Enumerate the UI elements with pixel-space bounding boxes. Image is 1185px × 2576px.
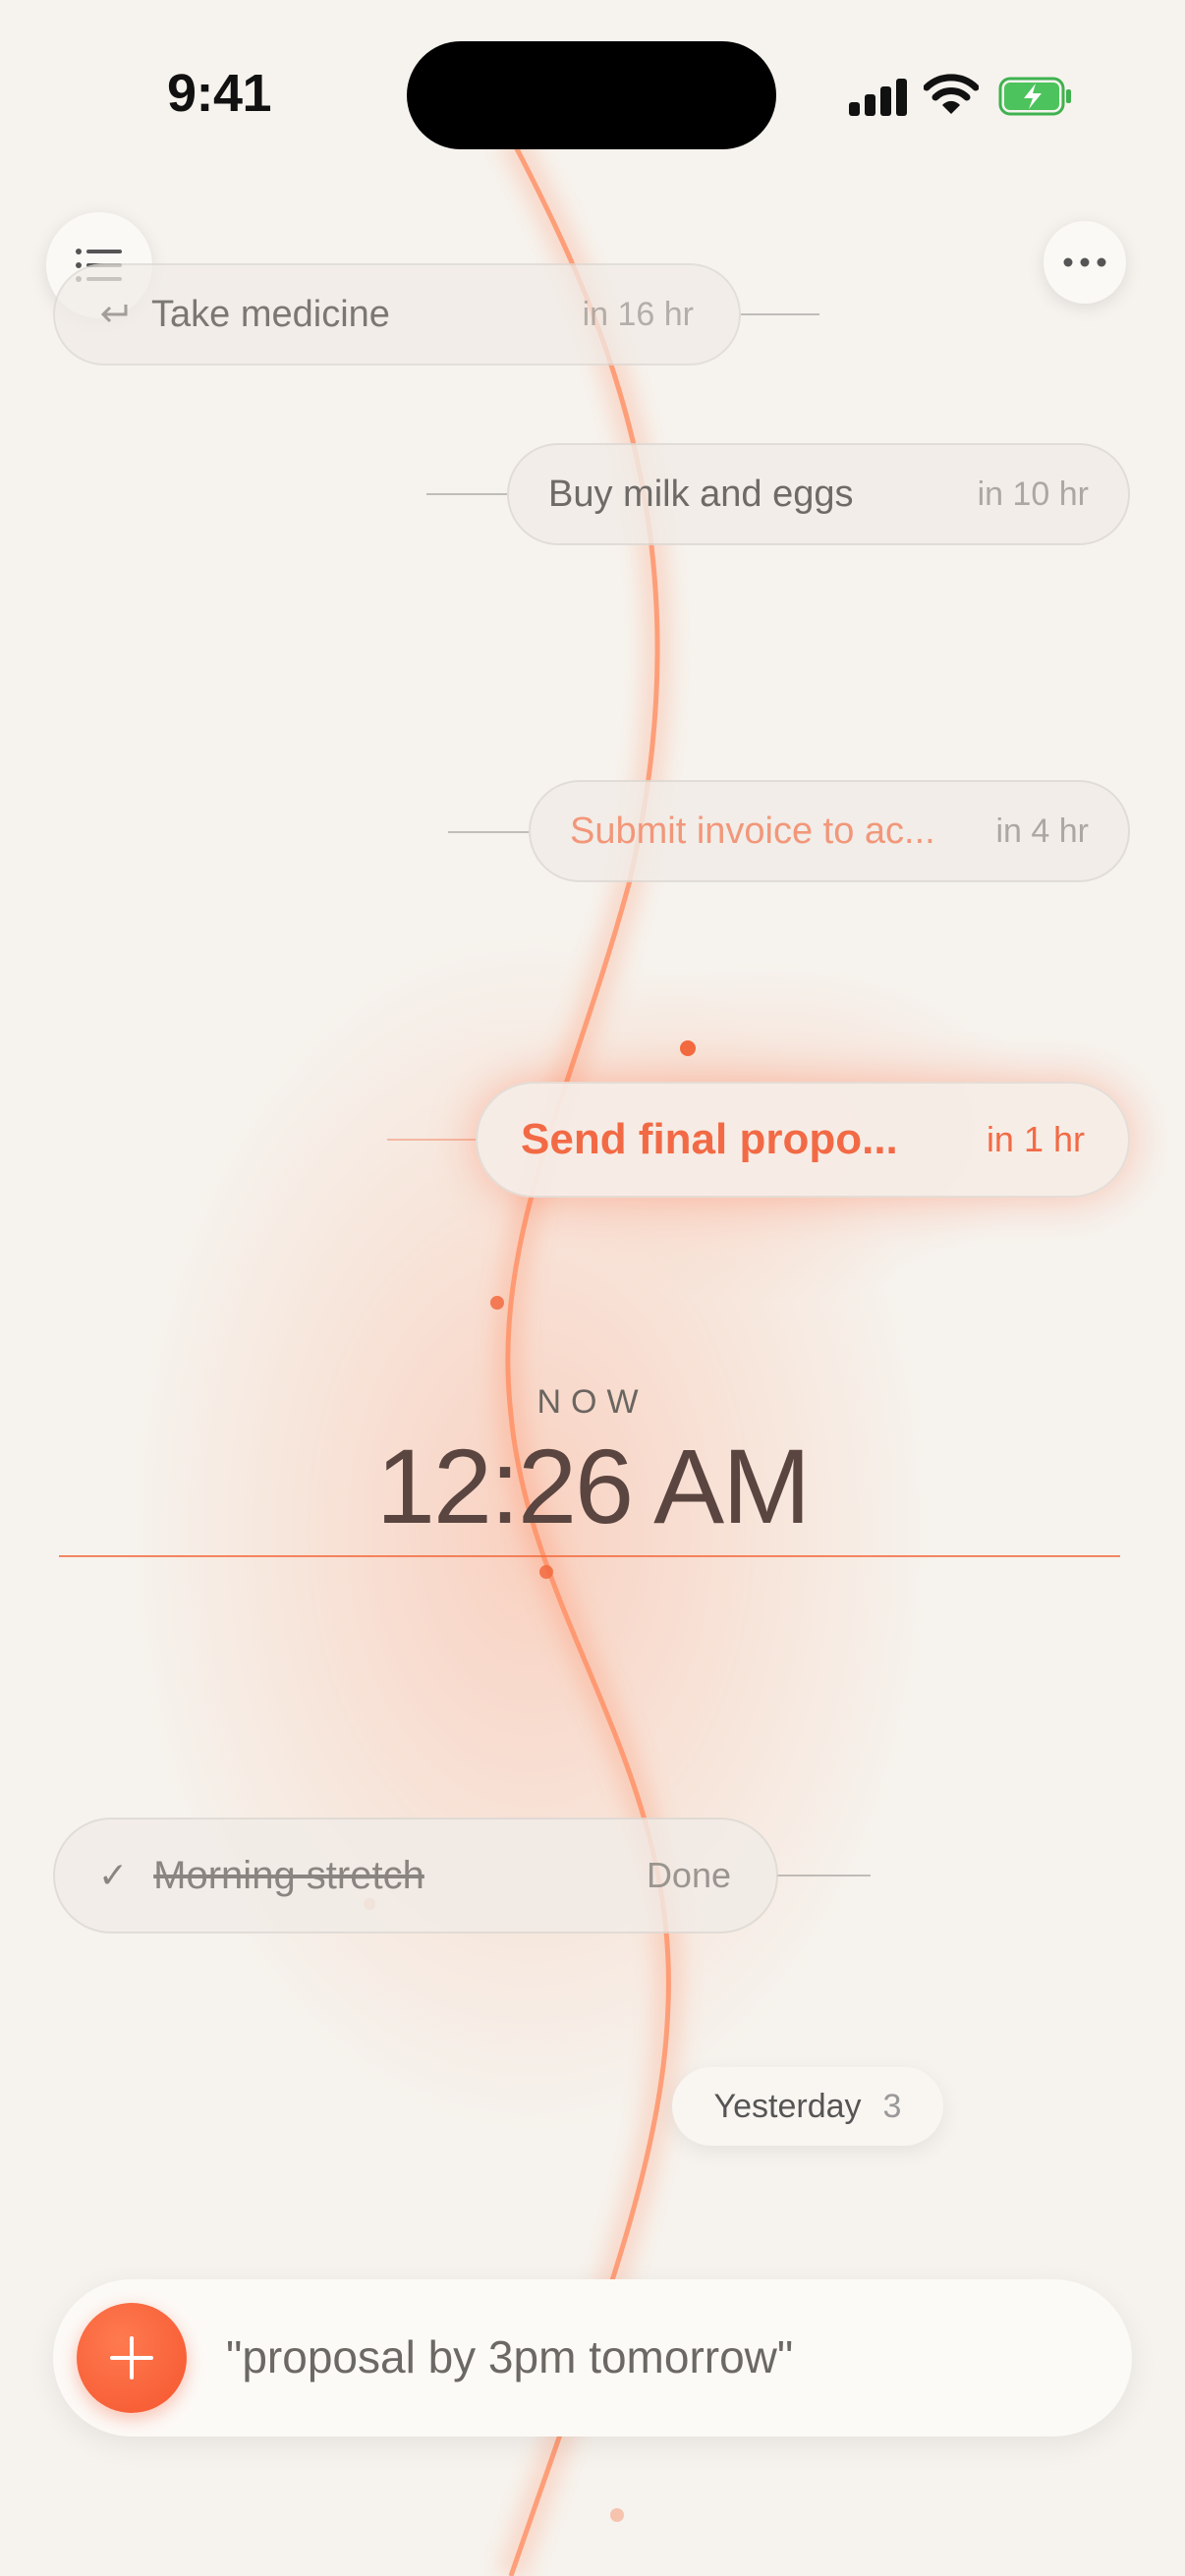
task-pill[interactable]: Take medicine in 16 hr <box>53 263 741 365</box>
task-pill[interactable]: Buy milk and eggs in 10 hr <box>507 443 1130 545</box>
current-time: 12:26 AM <box>375 1427 811 1545</box>
task-due: in 1 hr <box>986 1119 1085 1159</box>
checkmark-icon: ✓ <box>98 1855 129 1895</box>
done-task-pill[interactable]: ✓ Morning stretch Done <box>53 1818 778 1933</box>
status-time: 9:41 <box>167 64 272 123</box>
task-title: Buy milk and eggs <box>548 473 854 515</box>
task-connector <box>776 1875 871 1876</box>
ellipsis-icon <box>1063 257 1106 267</box>
task-title: Send final propo... <box>521 1115 898 1163</box>
task-due: in 4 hr <box>995 812 1090 850</box>
task-status: Done <box>646 1855 731 1895</box>
cellular-signal-icon <box>849 79 908 116</box>
yesterday-count: 3 <box>882 2087 902 2125</box>
task-pill-highlighted[interactable]: Send final propo... in 1 hr <box>476 1082 1130 1198</box>
task-connector <box>741 313 819 315</box>
task-title: Submit invoice to ac... <box>570 810 935 852</box>
task-connector <box>426 493 507 495</box>
task-due: in 10 hr <box>977 475 1089 513</box>
more-options-button[interactable] <box>1044 221 1126 304</box>
timeline-dot <box>610 2508 624 2522</box>
task-due: in 16 hr <box>582 295 694 333</box>
task-connector <box>448 831 529 833</box>
task-title: Morning stretch <box>153 1853 424 1897</box>
return-arrow-icon <box>100 305 128 323</box>
timeline-dot <box>539 1565 553 1579</box>
now-label: NOW <box>536 1383 649 1421</box>
yesterday-label: Yesterday <box>713 2087 862 2125</box>
task-pill[interactable]: Submit invoice to ac... in 4 hr <box>529 780 1130 882</box>
timeline-dot <box>490 1296 504 1310</box>
dynamic-island <box>407 41 776 149</box>
wifi-icon <box>924 74 979 114</box>
task-input-bar[interactable]: "proposal by 3pm tomorrow" <box>53 2279 1132 2436</box>
battery-charging-icon <box>998 77 1071 116</box>
timeline-curve <box>59 131 1120 2576</box>
task-input-placeholder: "proposal by 3pm tomorrow" <box>226 2331 794 2382</box>
timeline-dot <box>680 1040 696 1056</box>
add-task-button[interactable] <box>77 2303 187 2413</box>
task-connector <box>387 1139 476 1141</box>
yesterday-chip[interactable]: Yesterday 3 <box>672 2067 943 2146</box>
task-title: Take medicine <box>151 293 390 335</box>
